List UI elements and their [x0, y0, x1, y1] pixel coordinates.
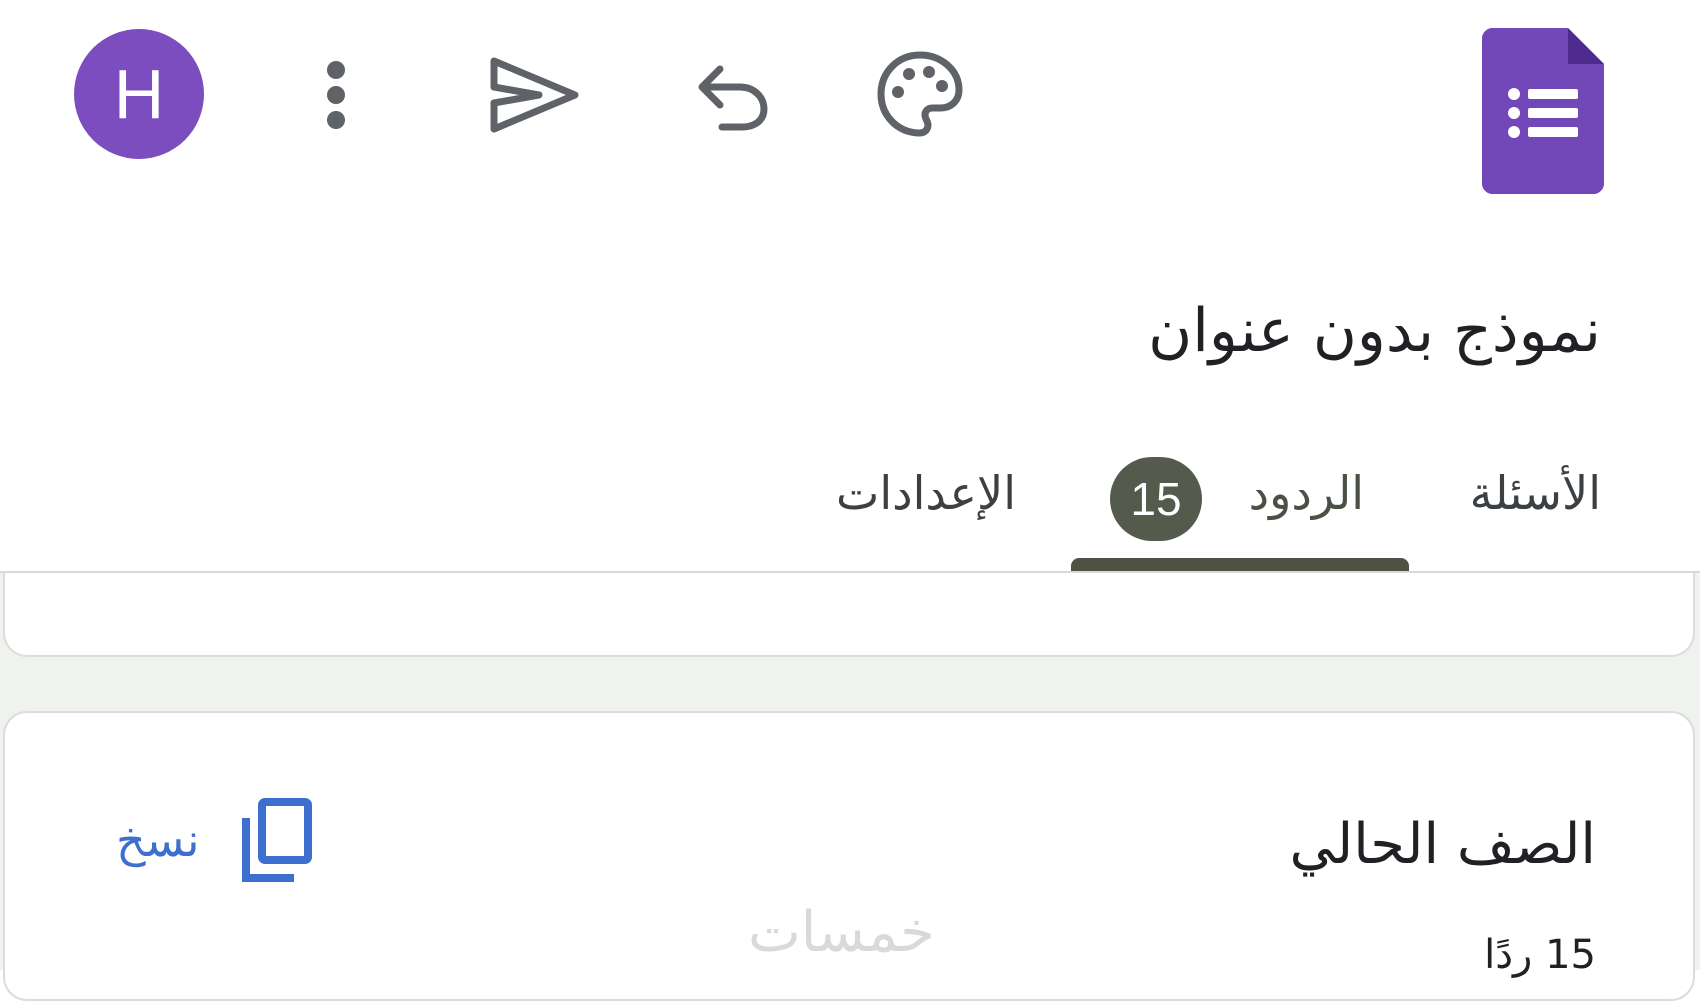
account-avatar[interactable]: H [74, 29, 204, 159]
question-title: الصف الحالي [1289, 812, 1596, 877]
send-icon [490, 57, 579, 133]
google-forms-logo[interactable] [1482, 28, 1604, 194]
copy-chart-button[interactable]: نسخ [116, 790, 312, 890]
watermark: خمسات [748, 900, 935, 965]
send-button[interactable] [480, 45, 590, 145]
response-count: 15 ردًا [1484, 932, 1596, 978]
tab-settings[interactable]: الإعدادات [836, 466, 1016, 520]
copy-icon [241, 798, 312, 882]
active-tab-indicator [1071, 558, 1409, 571]
undo-icon [698, 65, 768, 131]
form-title[interactable]: نموذج بدون عنوان [1148, 296, 1601, 366]
google-forms-logo-icon [1482, 28, 1604, 194]
customize-theme-button[interactable] [870, 44, 970, 144]
palette-icon [877, 51, 963, 137]
more-options-button[interactable] [300, 50, 372, 140]
avatar-initial: H [113, 55, 165, 133]
tab-responses[interactable]: الردود [1249, 466, 1364, 520]
more-vert-icon [327, 61, 345, 129]
copy-label: نسخ [116, 813, 200, 867]
undo-button[interactable] [684, 48, 780, 144]
tab-questions[interactable]: الأسئلة [1470, 466, 1601, 520]
summary-card [3, 573, 1695, 657]
responses-count-badge: 15 [1110, 457, 1202, 541]
